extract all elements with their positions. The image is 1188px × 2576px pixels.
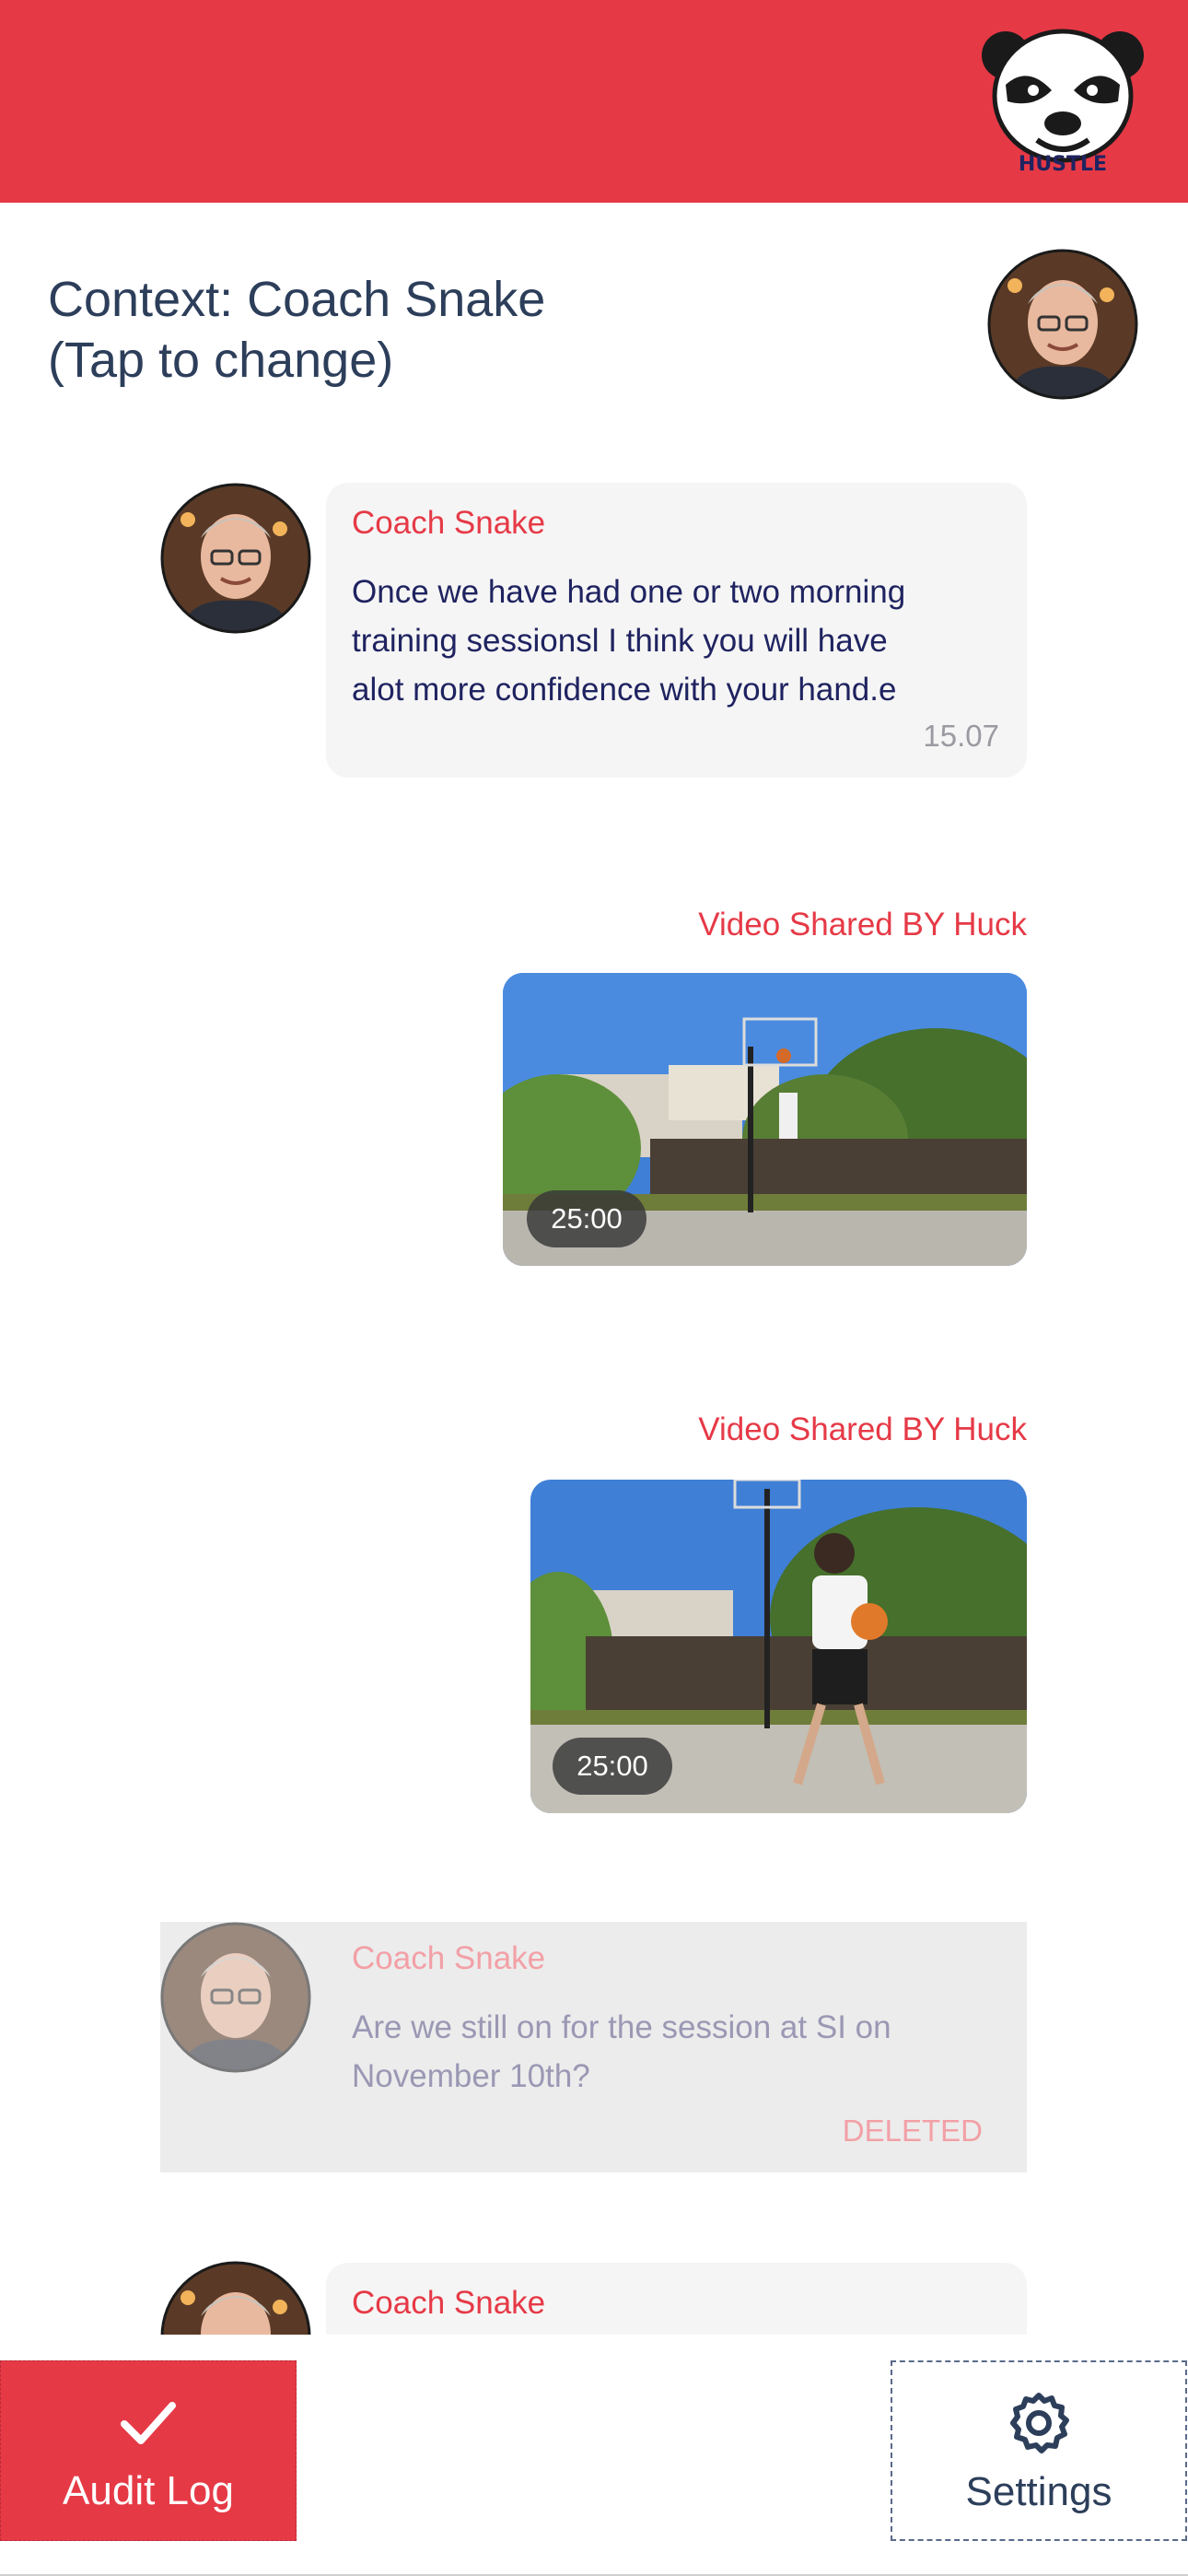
message-sender: Coach Snake <box>352 2285 546 2321</box>
coach-avatar[interactable] <box>160 483 311 634</box>
context-hint: (Tap to change) <box>48 333 394 388</box>
context-title: Context: Coach Snake <box>48 272 546 327</box>
context-avatar[interactable] <box>987 249 1138 400</box>
video-thumbnail[interactable]: 25:00 <box>530 1480 1027 1813</box>
message-line: November 10th? <box>352 2058 590 2094</box>
coach-avatar <box>160 1922 311 2073</box>
audit-log-button[interactable]: Audit Log <box>0 2360 297 2541</box>
app-header: HUSTLE <box>0 0 1188 203</box>
message-line: Are we still on for the session at SI on <box>352 2009 891 2045</box>
message-line: Once we have had one or two morning <box>352 574 906 610</box>
deleted-status: DELETED <box>842 2113 983 2148</box>
message-text: Once we have had one or two morning trai… <box>352 568 1006 714</box>
message-sender: Coach Snake <box>352 1940 546 1976</box>
message-line: alot more confidence with your hand.e <box>352 672 897 708</box>
message-time: 15.07 <box>923 719 999 753</box>
audit-log-label: Audit Log <box>63 2468 234 2513</box>
video-thumbnail[interactable]: 25:00 <box>503 973 1027 1266</box>
message-text: Are we still on for the session at SI on… <box>352 2003 996 2101</box>
video-shared-label: Video Shared BY Huck <box>698 1411 1027 1447</box>
message-bubble[interactable]: Coach Snake Once we have had one or two … <box>326 483 1027 778</box>
video-duration: 25:00 <box>527 1190 646 1247</box>
gear-icon <box>1010 2393 1069 2453</box>
message-sender: Coach Snake <box>352 505 546 541</box>
video-shared-label: Video Shared BY Huck <box>698 907 1027 943</box>
settings-button[interactable]: Settings <box>891 2360 1187 2541</box>
settings-label: Settings <box>965 2469 1112 2514</box>
context-selector[interactable]: Context: Coach Snake (Tap to change) <box>48 269 785 391</box>
video-duration: 25:00 <box>553 1738 672 1795</box>
checkmark-icon <box>121 2402 176 2444</box>
logo-text: HUSTLE <box>1018 153 1108 176</box>
message-line: training sessionsl I think you will have <box>352 623 888 659</box>
